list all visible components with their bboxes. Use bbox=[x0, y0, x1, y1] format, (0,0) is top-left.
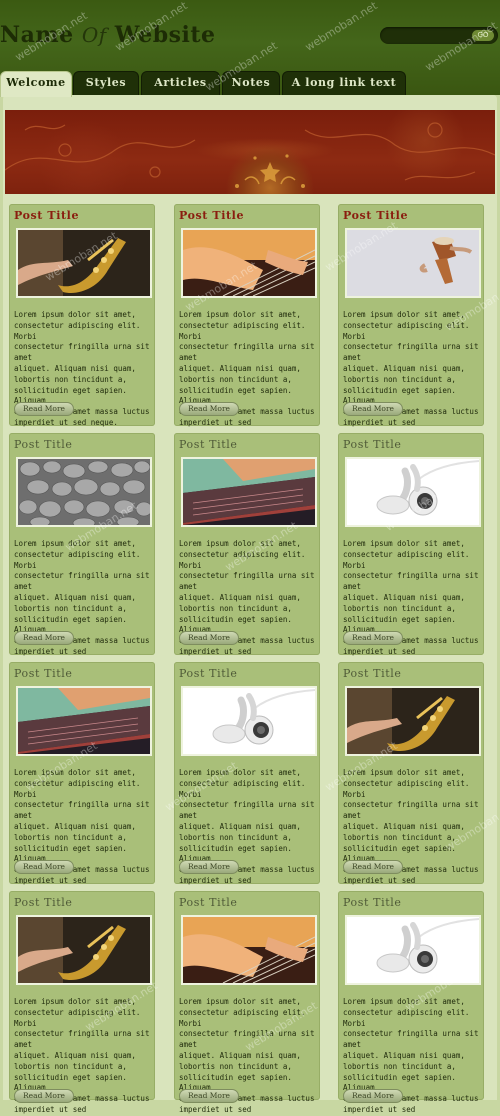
read-more-button[interactable]: Read More bbox=[14, 1089, 74, 1103]
main-nav: Welcome Styles Articles Notes A long lin… bbox=[0, 71, 500, 97]
tab-notes[interactable]: Notes bbox=[222, 71, 280, 95]
read-more-button[interactable]: Read More bbox=[343, 402, 403, 416]
post-card: Post Title Lorem ipsum dolor sit amet, co… bbox=[338, 891, 484, 1114]
read-more-button[interactable]: Read More bbox=[179, 402, 239, 416]
post-card: Post Title Lorem ipsum dolor sit amet, co… bbox=[174, 204, 320, 427]
post-card: Post Title Lorem ipsum dolor sit amet, co… bbox=[9, 204, 155, 427]
site-title[interactable]: Name Of Website bbox=[0, 22, 216, 48]
post-card: Post Title Lorem ipsum dolor sit amet, co… bbox=[9, 891, 155, 1114]
tab-welcome[interactable]: Welcome bbox=[0, 71, 72, 97]
read-more-button[interactable]: Read More bbox=[14, 631, 74, 645]
post-thumbnail-earbuds[interactable] bbox=[181, 686, 317, 756]
post-title[interactable]: Post Title bbox=[343, 438, 401, 451]
post-card: Post Title Lorem ipsum dolor sit amet, co… bbox=[338, 204, 484, 427]
post-thumbnail-saxophone[interactable] bbox=[16, 915, 152, 985]
read-more-button[interactable]: Read More bbox=[179, 1089, 239, 1103]
post-thumbnail-guitar[interactable] bbox=[181, 228, 317, 298]
site-title-of: Of bbox=[81, 23, 107, 47]
read-more-button[interactable]: Read More bbox=[179, 631, 239, 645]
post-card: Post Title Lorem ipsum dolor sit amet, co… bbox=[174, 891, 320, 1114]
tab-styles[interactable]: Styles bbox=[73, 71, 139, 95]
site-title-website: Website bbox=[114, 22, 216, 48]
post-thumbnail-drums[interactable] bbox=[345, 228, 481, 298]
post-thumbnail-laptop[interactable] bbox=[181, 457, 317, 527]
post-thumbnail-laptop[interactable] bbox=[16, 686, 152, 756]
post-title[interactable]: Post Title bbox=[14, 667, 72, 680]
post-thumbnail-saxophone[interactable] bbox=[345, 686, 481, 756]
post-thumbnail-guitar[interactable] bbox=[181, 915, 317, 985]
post-card: Post Title Lorem ipsum dolor sit amet, co… bbox=[174, 662, 320, 885]
read-more-button[interactable]: Read More bbox=[179, 860, 239, 874]
post-card: Post Title Lorem ipsum dolor sit amet, co… bbox=[9, 433, 155, 656]
post-title[interactable]: Post Title bbox=[179, 209, 244, 222]
header-banner-image bbox=[5, 110, 495, 194]
search-box[interactable]: GO bbox=[380, 27, 498, 44]
tab-articles[interactable]: Articles bbox=[141, 71, 220, 95]
post-card: Post Title Lorem ipsum dolor sit amet, co… bbox=[9, 662, 155, 885]
search-go-button[interactable]: GO bbox=[472, 30, 494, 41]
post-title[interactable]: Post Title bbox=[343, 896, 401, 909]
read-more-button[interactable]: Read More bbox=[343, 860, 403, 874]
read-more-button[interactable]: Read More bbox=[343, 631, 403, 645]
post-thumbnail-earbuds[interactable] bbox=[345, 457, 481, 527]
read-more-button[interactable]: Read More bbox=[14, 402, 74, 416]
post-title[interactable]: Post Title bbox=[343, 667, 401, 680]
post-title[interactable]: Post Title bbox=[14, 209, 79, 222]
floral-ornament-icon bbox=[5, 122, 495, 188]
post-title[interactable]: Post Title bbox=[179, 896, 237, 909]
read-more-button[interactable]: Read More bbox=[14, 860, 74, 874]
post-card: Post Title Lorem ipsum dolor sit amet, co… bbox=[174, 433, 320, 656]
post-title[interactable]: Post Title bbox=[14, 438, 72, 451]
site-title-name: Name bbox=[0, 22, 74, 48]
post-title[interactable]: Post Title bbox=[179, 667, 237, 680]
tab-a-long-link-text[interactable]: A long link text bbox=[282, 71, 406, 95]
post-thumbnail-stones[interactable] bbox=[16, 457, 152, 527]
post-title[interactable]: Post Title bbox=[14, 896, 72, 909]
post-card: Post Title Lorem ipsum dolor sit amet, co… bbox=[338, 433, 484, 656]
post-title[interactable]: Post Title bbox=[343, 209, 408, 222]
post-title[interactable]: Post Title bbox=[179, 438, 237, 451]
read-more-button[interactable]: Read More bbox=[343, 1089, 403, 1103]
post-thumbnail-saxophone[interactable] bbox=[16, 228, 152, 298]
post-thumbnail-earbuds[interactable] bbox=[345, 915, 481, 985]
post-card: Post Title Lorem ipsum dolor sit amet, co… bbox=[338, 662, 484, 885]
